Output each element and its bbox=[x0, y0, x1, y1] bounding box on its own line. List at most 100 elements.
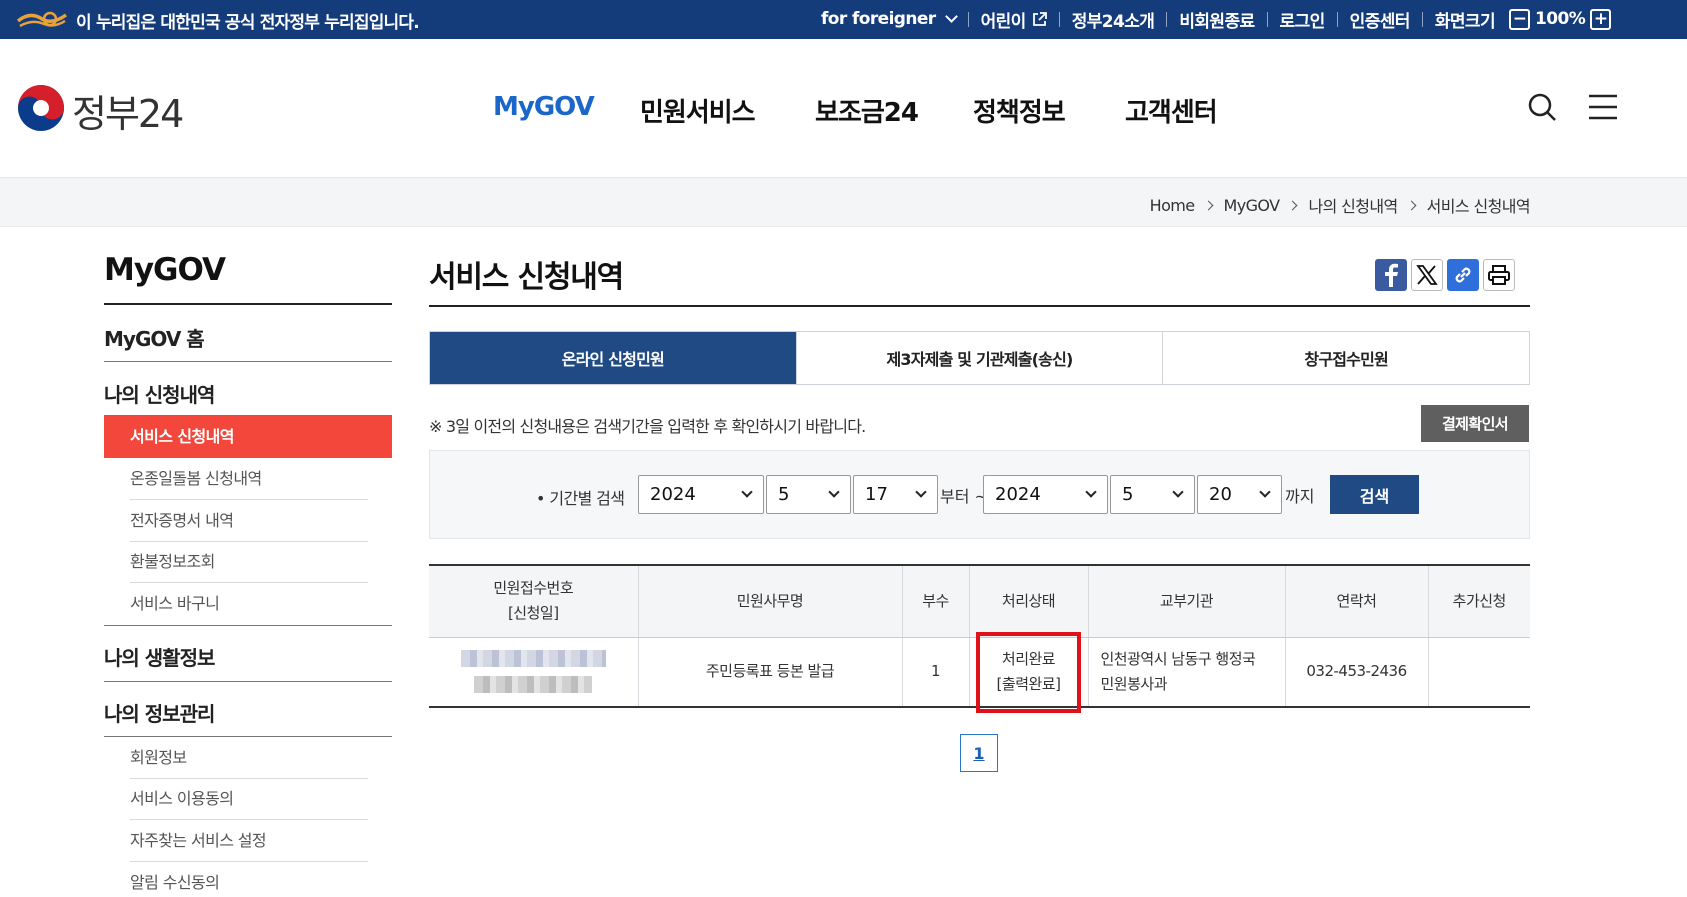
sidebar-item-label: 서비스 신청내역 bbox=[130, 427, 234, 446]
chevron-down-icon bbox=[741, 486, 753, 498]
period-search-box: • 기간별 검색 2024 5 17 부터 ~ 2024 5 20 까지 검색 bbox=[429, 450, 1530, 539]
x-share-button[interactable] bbox=[1411, 259, 1443, 291]
from-month-select[interactable]: 5 bbox=[766, 475, 851, 514]
nav-civil-service[interactable]: 민원서비스 bbox=[640, 92, 756, 129]
to-year-value: 2024 bbox=[995, 484, 1041, 505]
print-icon bbox=[1488, 265, 1510, 285]
column-header-extra: 추가신청 bbox=[1427, 565, 1530, 638]
sidebar-group-life-info[interactable]: 나의 생활정보 bbox=[104, 642, 215, 671]
menu-icon[interactable] bbox=[1588, 92, 1618, 122]
sidebar-item-e-certificates[interactable]: 전자증명서 내역 bbox=[104, 500, 392, 542]
breadcrumb-home[interactable]: Home bbox=[1150, 196, 1195, 215]
sidebar-item-mygov-home[interactable]: MyGOV 홈 bbox=[104, 323, 205, 352]
chevron-down-icon bbox=[1085, 486, 1097, 498]
status-text: 처리완료 bbox=[1001, 649, 1056, 668]
divider bbox=[1421, 11, 1423, 27]
divider bbox=[104, 361, 392, 362]
utility-links: for foreigner 어린이 정부24소개 비회원종료 로그인 인증센터 … bbox=[821, 5, 1616, 33]
eg-logo-icon bbox=[16, 11, 68, 28]
search-icon[interactable] bbox=[1527, 92, 1557, 122]
table-header-row: 민원접수번호 [신청일] 민원사무명 부수 처리상태 교부기관 연락처 추가신청 bbox=[429, 565, 1530, 638]
sidebar-group-applications[interactable]: 나의 신청내역 bbox=[104, 379, 215, 408]
external-link-icon bbox=[1032, 11, 1047, 26]
chevron-right-icon bbox=[1203, 200, 1213, 210]
status-subtext: [출력완료] bbox=[996, 674, 1061, 693]
about-link[interactable]: 정부24소개 bbox=[1072, 7, 1155, 32]
divider bbox=[1336, 11, 1338, 27]
receipt-cell[interactable] bbox=[429, 637, 638, 707]
nav-mygov[interactable]: MyGOV bbox=[493, 92, 595, 122]
facebook-share-button[interactable] bbox=[1375, 259, 1407, 291]
extra-request-cell[interactable] bbox=[1427, 637, 1530, 707]
table-row[interactable]: 주민등록표 등본 발급 1 처리완료 [출력완료] 인천광역시 남동구 행정국 … bbox=[429, 631, 1530, 713]
sidebar-item-service-consent[interactable]: 서비스 이용동의 bbox=[104, 778, 392, 820]
nav-customer-center[interactable]: 고객센터 bbox=[1125, 92, 1218, 129]
to-label: 까지 bbox=[1285, 487, 1315, 506]
sidebar-item-refunds[interactable]: 환불정보조회 bbox=[104, 541, 392, 583]
tab-bar: 온라인 신청민원 제3자제출 및 기관제출(송신) 창구접수민원 bbox=[429, 331, 1530, 385]
divider bbox=[104, 625, 392, 626]
zoom-out-button[interactable]: − bbox=[1509, 8, 1531, 30]
from-day-select[interactable]: 17 bbox=[853, 475, 938, 514]
issuer-cell: 인천광역시 남동구 행정국 민원봉사과 bbox=[1087, 637, 1285, 707]
receipt-date-header: [신청일] bbox=[507, 604, 559, 623]
from-year-select[interactable]: 2024 bbox=[638, 475, 764, 514]
chevron-down-icon bbox=[828, 486, 840, 498]
sidebar-item-member-info[interactable]: 회원정보 bbox=[104, 737, 392, 779]
from-day-value: 17 bbox=[865, 484, 888, 505]
zoom-level: 100% bbox=[1535, 9, 1586, 29]
payment-receipt-button[interactable]: 결제확인서 bbox=[1421, 405, 1529, 442]
sidebar-item-label: 알림 수신동의 bbox=[130, 873, 220, 892]
divider bbox=[1058, 11, 1060, 27]
gov-notice: 이 누리집은 대한민국 공식 전자정부 누리집입니다. bbox=[76, 13, 420, 33]
cert-center-link[interactable]: 인증센터 bbox=[1350, 7, 1411, 32]
application-table: 민원접수번호 [신청일] 민원사무명 부수 처리상태 교부기관 연락처 추가신청… bbox=[429, 564, 1530, 713]
copy-link-button[interactable] bbox=[1447, 259, 1479, 291]
sidebar-item-label: 온종일돌봄 신청내역 bbox=[130, 469, 262, 488]
chevron-down-icon bbox=[944, 9, 958, 23]
column-header-contact: 연락처 bbox=[1284, 565, 1428, 638]
divider bbox=[967, 11, 969, 27]
sidebar-item-favorite-services[interactable]: 자주찾는 서비스 설정 bbox=[104, 820, 392, 862]
chevron-down-icon bbox=[1172, 486, 1184, 498]
taegeuk-logo-icon[interactable] bbox=[17, 84, 65, 132]
tab-third-party-submission[interactable]: 제3자제출 및 기관제출(송신) bbox=[795, 332, 1163, 384]
chevron-right-icon bbox=[1406, 200, 1417, 210]
sidebar-item-label: 전자증명서 내역 bbox=[130, 511, 234, 530]
breadcrumb-my-applications[interactable]: 나의 신청내역 bbox=[1308, 193, 1398, 217]
to-day-select[interactable]: 20 bbox=[1197, 475, 1282, 514]
service-name-cell[interactable]: 주민등록표 등본 발급 bbox=[637, 637, 902, 707]
redacted-receipt-number bbox=[460, 650, 606, 668]
nav-policy[interactable]: 정책정보 bbox=[973, 92, 1066, 129]
zoom-in-button[interactable]: + bbox=[1590, 8, 1612, 30]
nav-subsidy24[interactable]: 보조금24 bbox=[815, 92, 919, 129]
sidebar-title: MyGOV bbox=[104, 252, 226, 288]
pagination-page-1[interactable]: 1 bbox=[960, 734, 998, 772]
children-link[interactable]: 어린이 bbox=[981, 7, 1027, 32]
print-button[interactable] bbox=[1483, 259, 1515, 291]
from-month-value: 5 bbox=[778, 484, 790, 505]
sidebar-group-info-management[interactable]: 나의 정보관리 bbox=[104, 698, 215, 727]
period-notice: ※ 3일 이전의 신청내용은 검색기간을 입력한 후 확인하시기 바랍니다. bbox=[429, 417, 866, 436]
column-header-service: 민원사무명 bbox=[637, 565, 902, 638]
sidebar-item-service-applications[interactable]: 서비스 신청내역 bbox=[104, 416, 392, 458]
breadcrumb-mygov[interactable]: MyGOV bbox=[1224, 196, 1281, 215]
tab-online-applications[interactable]: 온라인 신청민원 bbox=[430, 332, 796, 384]
login-link[interactable]: 로그인 bbox=[1280, 7, 1326, 32]
link-icon bbox=[1455, 267, 1471, 283]
sidebar-item-daycare[interactable]: 온종일돌봄 신청내역 bbox=[104, 458, 392, 500]
tab-counter-applications[interactable]: 창구접수민원 bbox=[1162, 332, 1530, 384]
sidebar-item-notification-consent[interactable]: 알림 수신동의 bbox=[104, 862, 392, 897]
chevron-right-icon bbox=[1288, 200, 1298, 210]
site-logo-text[interactable]: 정부24 bbox=[72, 83, 184, 138]
foreigner-link[interactable]: for foreigner bbox=[821, 9, 936, 29]
withdraw-link[interactable]: 비회원종료 bbox=[1179, 7, 1255, 32]
x-icon bbox=[1416, 265, 1438, 285]
gov-banner: 이 누리집은 대한민국 공식 전자정부 누리집입니다. for foreigne… bbox=[0, 0, 1687, 39]
to-month-select[interactable]: 5 bbox=[1110, 475, 1195, 514]
to-year-select[interactable]: 2024 bbox=[983, 475, 1108, 514]
chevron-down-icon bbox=[915, 486, 927, 498]
search-button[interactable]: 검색 bbox=[1330, 475, 1419, 514]
status-cell: 처리완료 [출력완료] bbox=[968, 631, 1088, 713]
sidebar-item-service-basket[interactable]: 서비스 바구니 bbox=[104, 583, 392, 625]
